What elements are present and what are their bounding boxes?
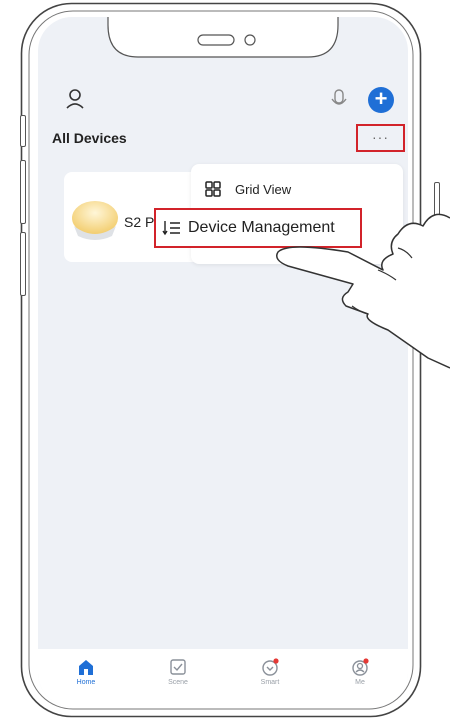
side-button-volume-down <box>20 232 26 296</box>
top-bar: + <box>38 81 408 121</box>
tab-bar: Home Scene Smart Me <box>38 649 408 707</box>
add-device-button[interactable]: + <box>368 87 394 113</box>
tab-home[interactable]: Home <box>56 657 116 686</box>
profile-icon <box>352 658 369 676</box>
side-button-volume-up <box>20 160 26 224</box>
user-icon[interactable] <box>64 87 86 111</box>
more-options-button[interactable]: ··· <box>356 124 405 152</box>
tab-scene[interactable]: Scene <box>148 657 208 686</box>
notch <box>107 17 339 58</box>
tab-smart[interactable]: Smart <box>240 657 300 686</box>
menu-item-grid-view[interactable]: Grid View <box>205 176 291 202</box>
scene-icon <box>170 659 186 675</box>
tab-me-label: Me <box>355 679 365 686</box>
menu-item-label: Grid View <box>235 181 292 197</box>
side-button-silent <box>20 115 26 147</box>
sort-list-icon <box>162 221 180 236</box>
grid-icon <box>205 181 221 197</box>
tab-scene-label: Scene <box>168 679 188 686</box>
home-icon <box>79 660 93 675</box>
pointing-hand-illustration <box>276 213 450 369</box>
microphone-icon[interactable] <box>328 87 350 111</box>
tab-smart-label: Smart <box>260 679 280 686</box>
tab-home-label: Home <box>76 679 96 686</box>
tab-me[interactable]: Me <box>330 657 390 686</box>
page-title: All Devices <box>52 130 127 146</box>
smart-icon <box>262 658 279 676</box>
device-lamp-image <box>72 201 118 240</box>
